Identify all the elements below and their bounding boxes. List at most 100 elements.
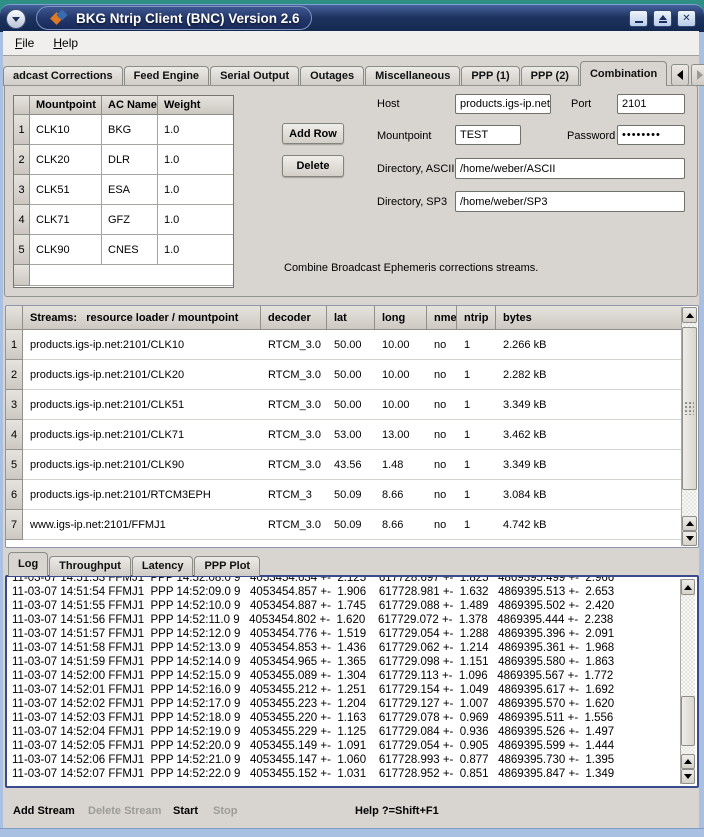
tab-combination[interactable]: Combination — [580, 61, 667, 86]
weight-cell[interactable]: 1.0 — [158, 145, 233, 175]
add-row-button[interactable]: Add Row — [282, 123, 344, 144]
tab-latency[interactable]: Latency — [132, 556, 194, 576]
scroll-up-button[interactable] — [681, 579, 695, 595]
tab-scroll-left-button[interactable] — [671, 64, 689, 86]
mountpoint-cell[interactable]: CLK20 — [30, 145, 102, 175]
add-stream-button[interactable]: Add Stream — [13, 805, 75, 817]
stream-row[interactable]: 2products.igs-ip.net:2101/CLK20RTCM_3.05… — [6, 360, 682, 390]
tab-ppp-1-[interactable]: PPP (1) — [461, 66, 519, 86]
nmea-cell[interactable]: no — [427, 420, 457, 450]
table-row[interactable]: 2CLK20DLR1.0 — [14, 145, 233, 175]
close-button[interactable]: ✕ — [677, 10, 696, 27]
start-button[interactable]: Start — [173, 805, 198, 817]
weight-cell[interactable]: 1.0 — [158, 205, 233, 235]
scroll-up-button-2[interactable] — [681, 754, 695, 769]
menu-item-file[interactable]: File — [15, 36, 34, 50]
nmea-cell[interactable]: no — [427, 480, 457, 510]
scroll-down-button[interactable] — [682, 531, 697, 546]
bytes-cell[interactable]: 3.462 kB — [496, 420, 682, 450]
table-row[interactable]: 4CLK71GFZ1.0 — [14, 205, 233, 235]
streams-scrollbar[interactable] — [681, 307, 697, 546]
ntrip-cell[interactable]: 1 — [457, 510, 496, 540]
mountpoint-cell[interactable]: CLK90 — [30, 235, 102, 265]
stream-source-cell[interactable]: products.igs-ip.net:2101/CLK10 — [23, 330, 261, 360]
tab-scroll-right-button[interactable] — [691, 64, 704, 86]
ntrip-cell[interactable]: 1 — [457, 390, 496, 420]
column-header[interactable]: long — [375, 306, 427, 330]
window-menu-button[interactable] — [6, 9, 26, 29]
nmea-cell[interactable]: no — [427, 330, 457, 360]
streams-table[interactable]: Streams: resource loader / mountpointdec… — [5, 305, 699, 548]
ntrip-cell[interactable]: 1 — [457, 480, 496, 510]
log-output[interactable]: 11-03-07 14:51:53 FFMJ1 PPP 14:52:08.0 9… — [5, 575, 699, 788]
stream-row[interactable]: 5products.igs-ip.net:2101/CLK90RTCM_3.04… — [6, 450, 682, 480]
host-input[interactable]: products.igs-ip.net — [455, 94, 551, 114]
ac-name-cell[interactable]: DLR — [102, 145, 158, 175]
stream-source-cell[interactable]: products.igs-ip.net:2101/RTCM3EPH — [23, 480, 261, 510]
decoder-cell[interactable]: RTCM_3.0 — [261, 420, 327, 450]
bytes-cell[interactable]: 2.282 kB — [496, 360, 682, 390]
ac-name-cell[interactable]: CNES — [102, 235, 158, 265]
nmea-cell[interactable]: no — [427, 360, 457, 390]
mountpoint-cell[interactable]: CLK51 — [30, 175, 102, 205]
decoder-cell[interactable]: RTCM_3 — [261, 480, 327, 510]
tab-adcast-corrections[interactable]: adcast Corrections — [3, 66, 123, 86]
ac-name-cell[interactable]: ESA — [102, 175, 158, 205]
stream-row[interactable]: 3products.igs-ip.net:2101/CLK51RTCM_3.05… — [6, 390, 682, 420]
column-header[interactable]: bytes — [496, 306, 682, 330]
scrollbar-thumb[interactable] — [682, 327, 697, 490]
nmea-cell[interactable]: no — [427, 510, 457, 540]
stop-button[interactable]: Stop — [213, 805, 237, 817]
weight-cell[interactable]: 1.0 — [158, 115, 233, 145]
bytes-cell[interactable]: 4.742 kB — [496, 510, 682, 540]
long-cell[interactable]: 1.48 — [375, 450, 427, 480]
long-cell[interactable]: 10.00 — [375, 330, 427, 360]
column-header[interactable]: lat — [327, 306, 375, 330]
table-row[interactable]: 3CLK51ESA1.0 — [14, 175, 233, 205]
decoder-cell[interactable]: RTCM_3.0 — [261, 360, 327, 390]
lat-cell[interactable]: 50.00 — [327, 360, 375, 390]
mountpoint-cell[interactable]: CLK71 — [30, 205, 102, 235]
tab-feed-engine[interactable]: Feed Engine — [124, 66, 209, 86]
scroll-up-button[interactable] — [682, 307, 697, 323]
lat-cell[interactable]: 50.09 — [327, 510, 375, 540]
lat-cell[interactable]: 50.00 — [327, 390, 375, 420]
column-header[interactable]: Streams: resource loader / mountpoint — [23, 306, 261, 330]
column-header[interactable]: decoder — [261, 306, 327, 330]
stream-source-cell[interactable]: products.igs-ip.net:2101/CLK20 — [23, 360, 261, 390]
stream-row[interactable]: 1 products.igs-ip.net:2101/CLK10RTCM_3.05… — [6, 330, 682, 360]
log-scrollbar[interactable] — [680, 579, 695, 784]
stream-source-cell[interactable]: products.igs-ip.net:2101/CLK71 — [23, 420, 261, 450]
tab-serial-output[interactable]: Serial Output — [210, 66, 299, 86]
delete-stream-button[interactable]: Delete Stream — [88, 805, 161, 817]
dir-sp3-input[interactable]: /home/weber/SP3 — [455, 191, 685, 212]
lat-cell[interactable]: 50.00 — [327, 330, 375, 360]
tab-ppp-plot[interactable]: PPP Plot — [194, 556, 260, 576]
tab-ppp-2-[interactable]: PPP (2) — [521, 66, 579, 86]
decoder-cell[interactable]: RTCM_3.0 — [261, 330, 327, 360]
port-input[interactable]: 2101 — [617, 94, 685, 114]
tab-log[interactable]: Log — [8, 552, 48, 576]
ntrip-cell[interactable]: 1 — [457, 330, 496, 360]
stream-row[interactable]: 7www.igs-ip.net:2101/FFMJ1RTCM_3.050.098… — [6, 510, 682, 540]
titlebar[interactable]: BKG Ntrip Client (BNC) Version 2.6 ✕ — [0, 4, 704, 32]
nmea-cell[interactable]: no — [427, 390, 457, 420]
long-cell[interactable]: 8.66 — [375, 510, 427, 540]
mountpoint-input[interactable]: TEST — [455, 125, 521, 145]
decoder-cell[interactable]: RTCM_3.0 — [261, 510, 327, 540]
long-cell[interactable]: 8.66 — [375, 480, 427, 510]
bytes-cell[interactable]: 3.349 kB — [496, 450, 682, 480]
decoder-cell[interactable]: RTCM_3.0 — [261, 450, 327, 480]
stream-source-cell[interactable]: products.igs-ip.net:2101/CLK51 — [23, 390, 261, 420]
stream-source-cell[interactable]: products.igs-ip.net:2101/CLK90 — [23, 450, 261, 480]
ntrip-cell[interactable]: 1 — [457, 360, 496, 390]
bytes-cell[interactable]: 3.084 kB — [496, 480, 682, 510]
empty-row[interactable] — [14, 265, 233, 286]
mountpoint-cell[interactable]: CLK10 — [30, 115, 102, 145]
dir-ascii-input[interactable]: /home/weber/ASCII — [455, 158, 685, 179]
column-header[interactable]: nmea — [427, 306, 457, 330]
minimize-button[interactable] — [629, 10, 648, 27]
ac-name-cell[interactable]: BKG — [102, 115, 158, 145]
maximize-button[interactable] — [653, 10, 672, 27]
long-cell[interactable]: 10.00 — [375, 360, 427, 390]
